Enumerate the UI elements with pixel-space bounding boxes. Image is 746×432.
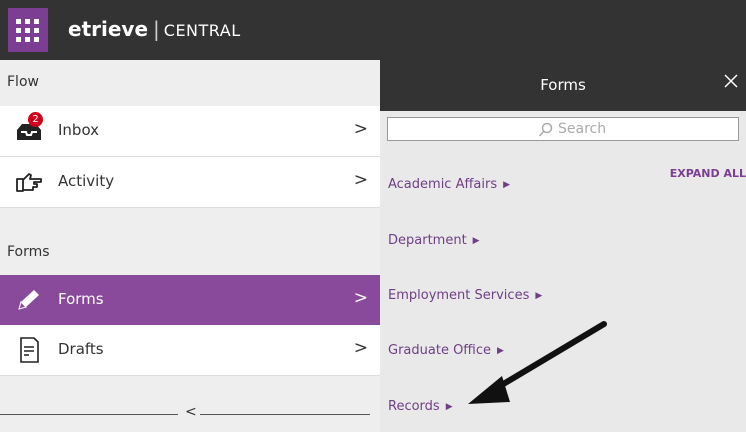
forms-panel: Forms Search EXPAND ALL Academic Affairs… [380,60,746,432]
sidebar-item-label: Drafts [58,340,104,358]
category-records[interactable]: Records ▶ [388,399,453,414]
expand-all-link[interactable]: EXPAND ALL [670,167,746,180]
pointing-hand-icon [16,173,42,192]
expand-triangle-icon: ▶ [497,346,504,356]
sidebar-item-label: Forms [58,290,104,308]
brand-logo: etrieve | CENTRAL [68,17,241,41]
top-bar: etrieve | CENTRAL [0,0,746,60]
category-graduate-office[interactable]: Graduate Office ▶ [388,343,504,358]
collapse-sidebar-control[interactable]: < [0,396,380,432]
forms-panel-title: Forms [540,76,586,94]
chevron-right-icon: > [353,338,368,358]
chevron-right-icon: > [353,119,368,139]
flow-section-header: Flow [7,74,39,90]
category-department[interactable]: Department ▶ [388,233,480,248]
search-input[interactable]: Search [387,117,739,141]
sidebar-item-forms[interactable]: Forms > [0,275,380,326]
pencil-icon [18,290,39,310]
search-icon [538,122,553,137]
sidebar-item-inbox[interactable]: 2 Inbox > [0,106,380,157]
forms-panel-header: Forms [380,60,746,111]
document-icon [20,337,39,363]
search-placeholder: Search [558,121,607,137]
inbox-count-badge: 2 [28,112,43,127]
expand-triangle-icon: ▶ [472,236,480,246]
close-icon[interactable] [722,72,740,90]
sidebar-item-drafts[interactable]: Drafts > [0,325,380,376]
chevron-left-icon[interactable]: < [185,404,197,420]
sidebar-item-activity[interactable]: Activity > [0,157,380,208]
chevron-right-icon: > [353,170,368,190]
sidebar-item-label: Inbox [58,121,100,139]
divider [0,414,178,415]
category-employment-services[interactable]: Employment Services ▶ [388,288,542,303]
expand-triangle-icon: ▶ [445,402,453,412]
expand-triangle-icon: ▶ [503,180,511,190]
brand-sub: CENTRAL [163,21,241,40]
category-academic-affairs[interactable]: Academic Affairs ▶ [388,177,510,192]
chevron-right-icon: > [353,288,368,308]
expand-triangle-icon: ▶ [535,291,543,301]
forms-section-header: Forms [7,244,50,260]
sidebar-item-label: Activity [58,172,115,190]
sidebar: Flow 2 Inbox > Activity > Forms Forms > [0,60,380,432]
app-launcher-button[interactable] [8,8,48,52]
divider [200,414,370,415]
brand-name: etrieve [68,17,149,41]
